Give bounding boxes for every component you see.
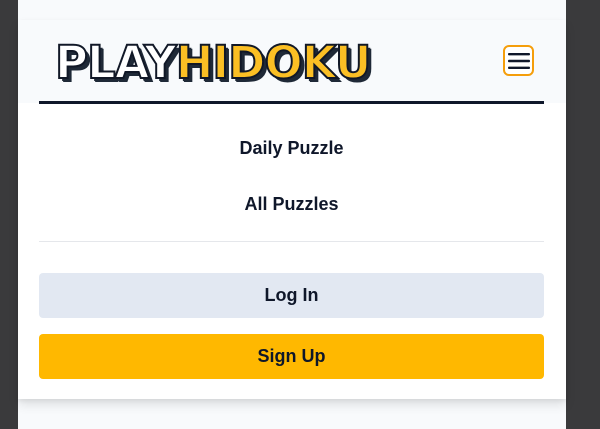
menu-divider [39, 241, 544, 242]
menu-toggle-button[interactable] [503, 45, 534, 76]
log-in-button[interactable]: Log In [39, 273, 544, 318]
site-header: PLAY HIDOKU [18, 20, 566, 103]
mobile-menu-panel: PLAY HIDOKU Daily Puzzle All Puzzles Log … [18, 20, 566, 399]
nav-link-all-puzzles[interactable]: All Puzzles [39, 194, 544, 215]
site-logo[interactable]: PLAY HIDOKU [54, 35, 373, 89]
hamburger-menu-icon [507, 52, 530, 69]
window-edge-right [566, 0, 600, 429]
logo-play-text: PLAY [54, 35, 178, 89]
header-divider [39, 101, 544, 104]
logo-hidoku-text: HIDOKU [175, 35, 373, 89]
nav-link-daily-puzzle[interactable]: Daily Puzzle [39, 138, 544, 159]
window-edge-left [0, 0, 18, 429]
sign-up-button[interactable]: Sign Up [39, 334, 544, 379]
